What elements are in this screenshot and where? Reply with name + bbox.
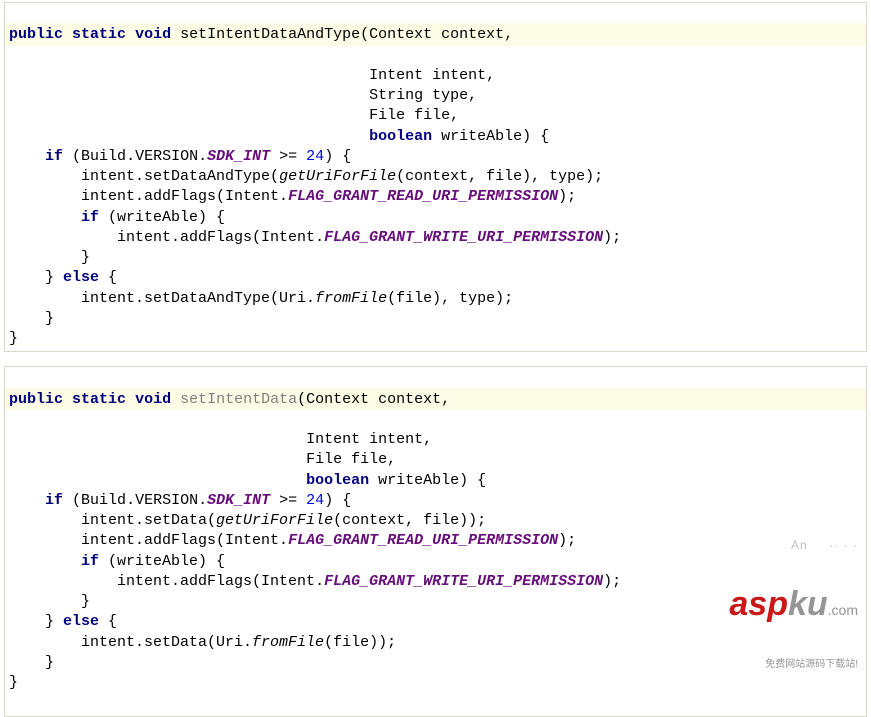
b2-if2-cond: (writeAble) {: [99, 553, 225, 570]
b2-else-a: }: [45, 613, 63, 630]
if2-cond: (writeAble) {: [99, 209, 225, 226]
watermark-logo: aspku.com: [729, 593, 858, 617]
build: Build: [81, 148, 126, 165]
b2-p3-name: file: [351, 451, 387, 468]
kw-void2: void: [135, 391, 171, 408]
wm-tail: .com: [828, 602, 858, 618]
if-kw: if: [45, 148, 63, 165]
b2-flag-read: FLAG_GRANT_READ_URI_PERMISSION: [288, 532, 558, 549]
kw-public2: public: [9, 391, 63, 408]
fromfile: fromFile: [315, 290, 387, 307]
p4-type: File: [369, 107, 405, 124]
b2-close3: }: [9, 674, 18, 691]
b2-l2b: );: [558, 532, 576, 549]
num-24: 24: [306, 148, 324, 165]
b2-if2-kw: if: [81, 553, 99, 570]
l3a: intent.addFlags(Intent.: [117, 229, 324, 246]
p1-name: context: [441, 26, 504, 43]
p2-type: Intent: [369, 67, 423, 84]
l4a: intent.setDataAndType(Uri.: [81, 290, 315, 307]
b2-ge: >=: [279, 492, 297, 509]
b2-close2: }: [45, 654, 54, 671]
kw-static2: static: [72, 391, 126, 408]
b2-l3a: intent.addFlags(Intent.: [117, 573, 324, 590]
flag-write: FLAG_GRANT_WRITE_URI_PERMISSION: [324, 229, 603, 246]
b2-p3-type: File: [306, 451, 342, 468]
b2-num-24: 24: [306, 492, 324, 509]
b2-else-kw: else: [63, 613, 99, 630]
method1-name: setIntentDataAndType: [180, 26, 360, 43]
method2-name: setIntentData: [180, 391, 297, 408]
l1a: intent.setDataAndType(: [81, 168, 279, 185]
else-kw: else: [63, 269, 99, 286]
watermark: An ·· · · aspku.com 免费网站源码下载站!: [729, 496, 858, 711]
b2-geturiforfile: getUriForFile: [216, 512, 333, 529]
kw-public: public: [9, 26, 63, 43]
b2-p1-name: context: [378, 391, 441, 408]
b2-p4-kw: boolean: [306, 472, 369, 489]
flag-read: FLAG_GRANT_READ_URI_PERMISSION: [288, 188, 558, 205]
l4b: (file), type);: [387, 290, 513, 307]
code-block-1: public static void setIntentDataAndType (…: [4, 2, 867, 352]
b2-l2a: intent.addFlags(Intent.: [81, 532, 288, 549]
b2-p1-type: Context: [306, 391, 369, 408]
code-document: public static void setIntentDataAndType (…: [0, 2, 871, 717]
b2-else-b: {: [99, 613, 117, 630]
p1-type: Context: [369, 26, 432, 43]
b2-if-kw: if: [45, 492, 63, 509]
b2-build: Build: [81, 492, 126, 509]
b2-l3b: );: [603, 573, 621, 590]
p3-type: String: [369, 87, 423, 104]
l3b: );: [603, 229, 621, 246]
b2-l1b: (context, file));: [333, 512, 486, 529]
p5-name: writeAble: [441, 128, 522, 145]
l2a: intent.addFlags(Intent.: [81, 188, 288, 205]
wm-red: asp: [729, 585, 788, 623]
if2-kw: if: [81, 209, 99, 226]
watermark-bot: 免费网站源码下载站!: [729, 658, 858, 672]
watermark-top: An ·· · ·: [729, 537, 858, 553]
b2-l4b: (file));: [324, 634, 396, 651]
close3: }: [9, 330, 18, 347]
b2-p4-name: writeAble: [378, 472, 459, 489]
p2-name: intent: [432, 67, 486, 84]
l1b: (context, file), type);: [396, 168, 603, 185]
b2-p2-name: intent: [369, 431, 423, 448]
p3-name: type: [432, 87, 468, 104]
b2-l1a: intent.setData(: [81, 512, 216, 529]
sdk-int: SDK_INT: [207, 148, 270, 165]
close1: }: [81, 249, 90, 266]
else-b: {: [99, 269, 117, 286]
method1-signature-line: public static void setIntentDataAndType(…: [5, 23, 866, 45]
version: VERSION: [135, 148, 198, 165]
b2-flag-write: FLAG_GRANT_WRITE_URI_PERMISSION: [324, 573, 603, 590]
b2-fromfile: fromFile: [252, 634, 324, 651]
method2-signature-line: public static void setIntentData(Context…: [5, 388, 866, 410]
kw-static: static: [72, 26, 126, 43]
wm-grey: ku: [788, 585, 828, 623]
close2: }: [45, 310, 54, 327]
b2-l4a: intent.setData(Uri.: [81, 634, 252, 651]
ge: >=: [279, 148, 297, 165]
b2-close1: }: [81, 593, 90, 610]
b2-p2-type: Intent: [306, 431, 360, 448]
kw-void: void: [135, 26, 171, 43]
code-block-2: public static void setIntentData(Context…: [4, 366, 867, 716]
p5-kw: boolean: [369, 128, 432, 145]
b2-sdk-int: SDK_INT: [207, 492, 270, 509]
p4-name: file: [414, 107, 450, 124]
l2b: );: [558, 188, 576, 205]
b2-version: VERSION: [135, 492, 198, 509]
block-separator: [0, 352, 871, 366]
geturiforfile: getUriForFile: [279, 168, 396, 185]
else-a: }: [45, 269, 63, 286]
